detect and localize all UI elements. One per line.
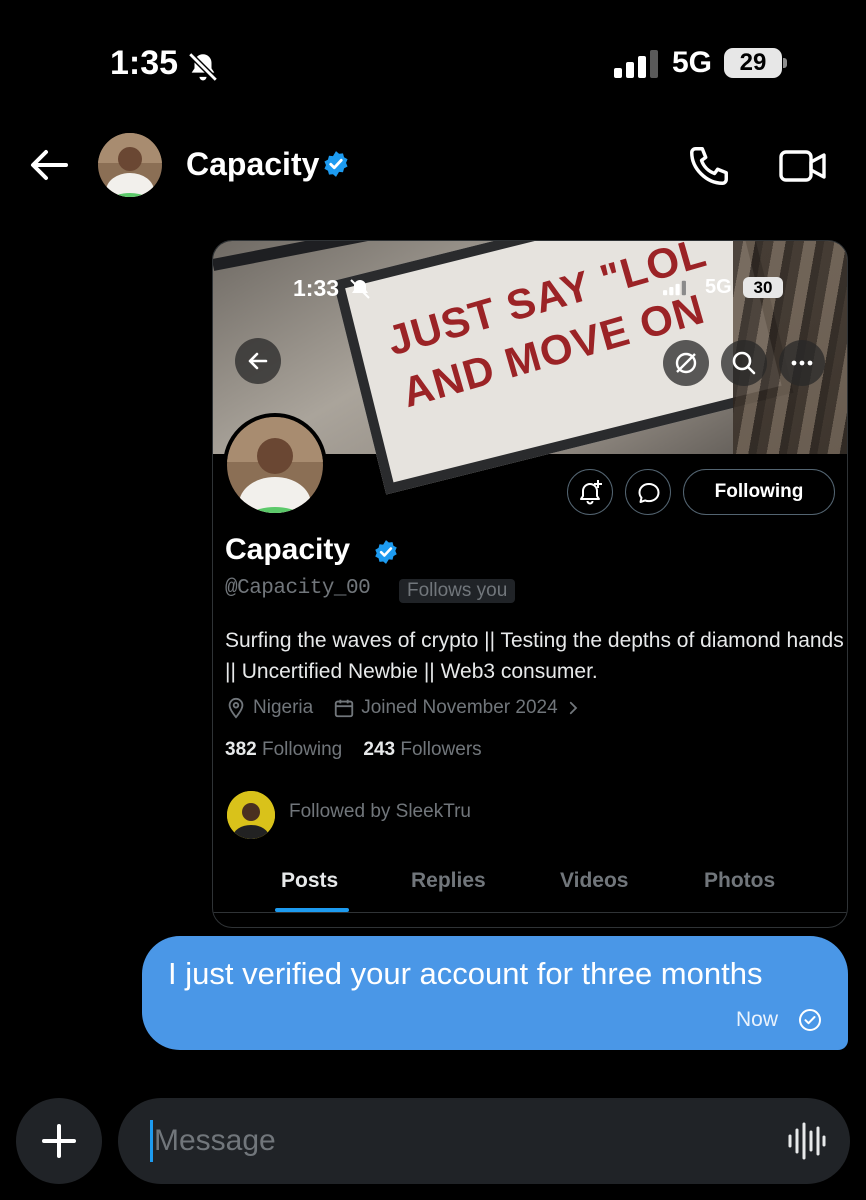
network-label: 5G xyxy=(672,46,713,79)
signal-icon xyxy=(614,50,658,78)
followed-by-avatar xyxy=(227,791,275,839)
battery-tip xyxy=(783,58,787,68)
followers-count: 243 xyxy=(363,739,396,760)
notification-button xyxy=(567,469,613,515)
bell-slash-icon xyxy=(350,279,370,299)
calendar-icon xyxy=(335,699,354,718)
back-arrow-icon[interactable] xyxy=(26,140,70,190)
shared-profile-card[interactable]: JUST SAY "LOL AND MOVE ON 1:33 5G 30 Fol… xyxy=(212,240,848,928)
plus-icon xyxy=(42,1124,76,1158)
status-time: 1:35 xyxy=(110,44,179,82)
profile-bio: Surfing the waves of crypto || Testing t… xyxy=(225,629,844,683)
tab-divider xyxy=(213,912,847,913)
battery-icon: 30 xyxy=(743,277,783,298)
back-arrow-icon xyxy=(248,352,268,370)
message-icon xyxy=(638,483,660,503)
more-icon xyxy=(791,360,813,366)
message-time: Now xyxy=(736,1008,779,1031)
location-icon xyxy=(228,697,244,719)
profile-meta: Nigeria Joined November 2024 xyxy=(225,697,582,719)
sent-message-bubble[interactable]: I just verified your account for three m… xyxy=(142,936,848,1050)
add-attachment-button[interactable] xyxy=(16,1098,102,1184)
card-search-button xyxy=(721,340,767,386)
message-input[interactable] xyxy=(152,1114,752,1168)
following-count: 382 xyxy=(225,739,257,760)
followed-by-text: Followed by SleekTru xyxy=(289,801,471,822)
profile-avatar-photo xyxy=(227,417,323,513)
message-text: I just verified your account for three m… xyxy=(168,956,763,991)
bell-slash-icon xyxy=(188,52,218,82)
chevron-right-icon xyxy=(569,701,577,715)
following-label: Following xyxy=(261,739,343,760)
verified-badge-icon xyxy=(375,540,397,564)
card-network-label: 5G xyxy=(705,276,732,298)
profile-avatar xyxy=(223,413,327,517)
conversation-name[interactable]: Capacity xyxy=(186,146,319,183)
tab-videos: Videos xyxy=(560,869,629,892)
battery-icon: 29 xyxy=(724,48,782,78)
card-back-button xyxy=(235,338,281,384)
card-grok-button xyxy=(663,340,709,386)
voice-icon[interactable] xyxy=(786,1122,826,1160)
check-circle-icon xyxy=(799,1009,821,1031)
profile-location: Nigeria xyxy=(253,697,314,718)
grok-icon xyxy=(675,352,697,374)
profile-handle: @Capacity_00 xyxy=(225,577,371,600)
message-button xyxy=(625,469,671,515)
followed-by-avatar-photo xyxy=(227,791,275,839)
tab-posts: Posts xyxy=(281,869,339,892)
followers-label: Followers xyxy=(400,739,482,760)
bell-plus-icon xyxy=(580,480,602,505)
profile-joined: Joined November 2024 xyxy=(361,697,558,718)
avatar-photo xyxy=(98,133,162,197)
phone-icon[interactable] xyxy=(686,143,732,189)
tab-photos: Photos xyxy=(704,869,776,892)
tab-replies: Replies xyxy=(411,869,486,892)
verified-badge-icon xyxy=(324,151,348,177)
search-icon xyxy=(732,351,756,375)
profile-counts: 382 Following 243 Followers xyxy=(225,739,482,761)
video-call-icon[interactable] xyxy=(778,146,828,186)
message-composer[interactable] xyxy=(118,1098,850,1184)
avatar[interactable] xyxy=(98,133,162,197)
follows-you-badge: Follows you xyxy=(399,579,516,603)
banner-sign-text: JUST SAY "LOL AND MOVE ON xyxy=(381,240,712,417)
profile-name: Capacity xyxy=(225,533,351,566)
signal-icon xyxy=(663,280,686,296)
card-status-time: 1:33 xyxy=(293,275,340,301)
card-more-button xyxy=(779,340,825,386)
following-button: Following xyxy=(683,469,835,515)
